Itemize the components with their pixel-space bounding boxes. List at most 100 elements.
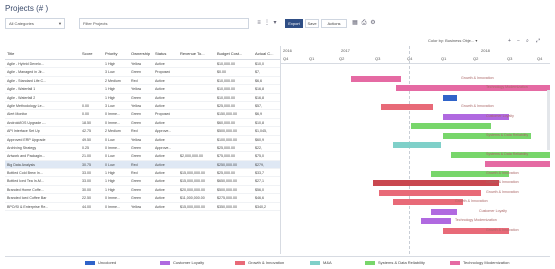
gantt-bar[interactable] [379, 189, 481, 196]
table-row[interactable]: BPO/SI & Enterprise Re... 44.00 0 Imme... Y… [5, 203, 280, 212]
quarter-label: Q4 [537, 56, 543, 61]
table-cell: $1,045, [255, 129, 267, 134]
grid-header: Title Score Priority Ownership Status Re… [5, 46, 280, 60]
gantt-bar-label: Technology Modernization [486, 85, 528, 89]
export-button[interactable]: Export [285, 19, 303, 28]
table-row[interactable]: Bottled Cold Brew In... 33.00 1 High Red Act… [5, 169, 280, 178]
grid-view-icon[interactable]: ▦ [351, 19, 359, 28]
col-actual[interactable]: Actual C... [255, 51, 273, 56]
chevron-down-icon: ▼ [58, 21, 62, 26]
table-cell: $10,000.00 [217, 95, 235, 100]
table-row[interactable]: Android/iOS Upgrade -... 18.50 0 Imme... Gr… [5, 119, 280, 128]
gantt-bar[interactable] [393, 142, 441, 148]
col-title[interactable]: Title [7, 51, 14, 56]
table-row[interactable]: Bottled Iced Tea In-M... 33.00 1 High Green… [5, 177, 280, 186]
table-cell: 0.00 [82, 112, 89, 117]
table-row[interactable]: Agile Methodology Le... 0.00 3 Low Yellow Ac… [5, 102, 280, 111]
table-cell: 0 Low [105, 154, 115, 159]
gantt-bar-label: Systems & Data Reliability [486, 132, 529, 137]
gantt-bar[interactable] [351, 75, 401, 82]
zoom-in-icon[interactable]: + [508, 38, 511, 44]
gantt-bar[interactable] [393, 199, 463, 205]
col-status[interactable]: Status [155, 51, 166, 56]
sort-icon[interactable]: ▾ [271, 19, 279, 28]
table-cell: $500,000.00 [217, 187, 237, 192]
table-row[interactable]: Artwork and Packagin... 21.00 0 Low Green Ac… [5, 152, 280, 161]
gantt-bar[interactable] [381, 104, 433, 110]
table-cell: $0.00 [217, 70, 226, 75]
gantt-scrollbar[interactable] [547, 90, 550, 150]
table-row[interactable]: Branded Iced Coffee Bar 22.50 0 Imme... Gre… [5, 194, 280, 203]
table-cell: 1 High [105, 95, 116, 100]
gantt-bar[interactable] [443, 94, 457, 101]
color-by-select[interactable]: Color by: Business Obje... ▾ [428, 38, 477, 43]
search-placeholder: Filter Projects [83, 21, 108, 26]
table-cell: 1 High [105, 87, 116, 92]
filter-icon[interactable]: ⋮ [263, 19, 271, 28]
table-cell: 1 High [105, 171, 116, 176]
table-cell: $10,000.00 [217, 62, 235, 66]
search-zoom-icon[interactable]: ⌕ [526, 38, 529, 44]
settings-icon[interactable]: ⚙ [369, 19, 377, 28]
table-cell: $10,0 [255, 62, 264, 66]
search-input[interactable]: Filter Projects [79, 18, 249, 29]
gantt-bar[interactable] [373, 180, 453, 186]
table-cell: 1 High [105, 62, 116, 66]
zoom-out-icon[interactable]: − [517, 38, 520, 44]
col-revenue[interactable]: Revenue To... [180, 51, 205, 56]
table-cell: 0 Imme... [105, 145, 120, 150]
col-ownership[interactable]: Ownership [131, 51, 150, 56]
toolbar: All Categories ▼ Filter Projects ≡ ⋮ ▾ E… [5, 18, 550, 30]
print-icon[interactable]: ⎙ [360, 19, 368, 28]
table-cell: 0 Imme... [105, 120, 120, 125]
list-icon[interactable]: ≡ [255, 19, 263, 28]
col-score[interactable]: Score [82, 51, 92, 56]
table-cell: 1 High [105, 179, 116, 184]
table-cell: 0 Imme... [105, 204, 120, 209]
table-cell: $16,8 [255, 95, 264, 100]
table-row[interactable]: Agile - Waterfall 2 1 High Green Active $10,… [5, 94, 280, 102]
legend-item: Growth & Innovation [235, 260, 284, 265]
table-cell: 3 Low [105, 103, 115, 108]
table-cell: Agile - Waterfall 1 [7, 87, 36, 92]
table-row[interactable]: Big Data Analysis 30.75 0 Low Red Active $250… [5, 160, 280, 170]
table-row[interactable]: Archiving Strategy 0.25 0 Imme... Green Appr… [5, 144, 280, 153]
table-cell: Agile Methodology Le... [7, 103, 45, 108]
table-row[interactable]: Approved ERP Upgrade 49.50 0 Low Yellow Acti… [5, 136, 280, 144]
table-cell: $20,000,000.00 [180, 187, 205, 192]
table-cell: 3 Low [105, 70, 115, 75]
save-button[interactable]: Save [305, 19, 319, 28]
table-cell: $75,0 [255, 154, 264, 159]
table-cell: $100,000.00 [217, 137, 237, 142]
table-row[interactable]: API Interface Set Up 42.75 2 Medium Red Appr… [5, 127, 280, 136]
table-row[interactable]: Alert Monitor 0.00 0 Imme... Green Proposed $… [5, 110, 280, 119]
table-row[interactable]: Agile - Standard Life C... 2 Medium Red Act… [5, 77, 280, 86]
table-row[interactable]: Agile - Managed in Jir... 3 Low Green Propo… [5, 68, 280, 77]
table-cell: Active [155, 95, 165, 100]
legend-item: Systems & Data Reliability [365, 260, 425, 265]
category-filter[interactable]: All Categories ▼ [5, 18, 65, 29]
table-cell: 33.00 [82, 179, 91, 184]
table-cell: $250,000.00 [217, 162, 237, 167]
table-cell: 22.50 [82, 196, 91, 201]
table-cell: $6,9 [255, 112, 262, 117]
table-row[interactable]: Agile - Hybrid Develo... 1 High Yellow Acti… [5, 60, 280, 69]
table-cell: Red [131, 162, 138, 167]
col-priority[interactable]: Priority [105, 51, 117, 56]
table-row[interactable]: Branded Home Coffe... 30.00 1 High Green Act… [5, 186, 280, 195]
gantt-bar[interactable] [431, 208, 457, 215]
table-cell: 49.50 [82, 137, 91, 142]
gantt-bar[interactable] [421, 218, 451, 224]
col-budget[interactable]: Budget Cost... [217, 51, 242, 56]
actions-button[interactable]: Actions [321, 19, 347, 28]
table-cell: $279, [255, 162, 264, 167]
table-row[interactable]: Agile - Waterfall 1 1 High Yellow Active $10… [5, 85, 280, 94]
gantt-bar[interactable] [411, 123, 491, 129]
fit-icon[interactable]: ⤢ [536, 38, 540, 44]
year-label: 2018 [481, 48, 490, 53]
gantt-bar[interactable] [485, 161, 550, 167]
table-cell: Artwork and Packagin... [7, 154, 45, 159]
gantt-bar-label: Technology Modernization [455, 218, 497, 222]
table-cell: Red [131, 129, 138, 134]
table-cell: $500,000.00 [217, 129, 237, 134]
